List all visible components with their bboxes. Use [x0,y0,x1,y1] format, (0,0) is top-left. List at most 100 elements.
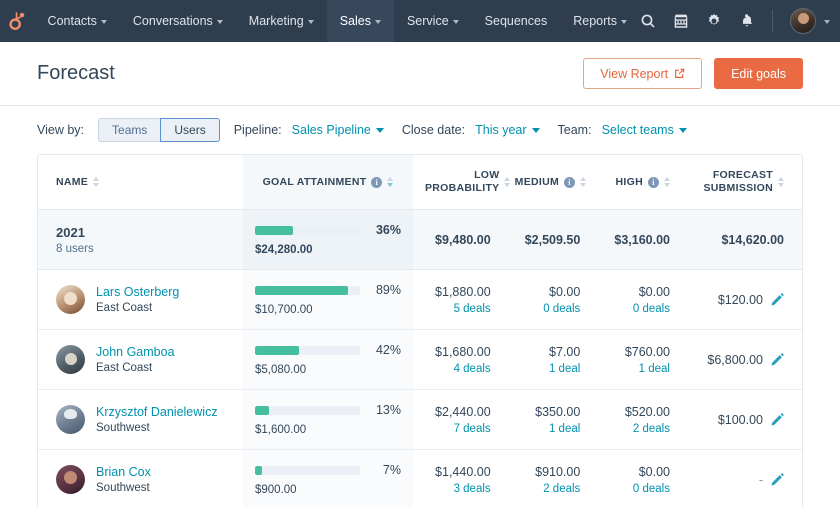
info-icon[interactable]: i [371,176,383,188]
nav-label: Conversations [132,14,213,28]
edit-goals-button[interactable]: Edit goals [714,58,803,89]
medium-value: $350.00 [535,404,581,419]
column-header-goal-attainment[interactable]: GOAL ATTAINMENT i [243,155,413,211]
page-title: Forecast [37,62,115,84]
edit-pencil-icon[interactable] [771,293,784,306]
forecast-value: $6,800.00 [707,352,763,367]
low-deals-link[interactable]: 4 deals [425,363,491,375]
user-avatar[interactable] [790,8,816,34]
column-label: GOAL ATTAINMENT [262,175,367,188]
page-header: Forecast View Report Edit goals [0,42,840,106]
low-deals-link[interactable]: 3 deals [425,483,491,495]
chevron-down-icon [452,20,459,24]
user-name-link[interactable]: John Gamboa [96,345,175,359]
high-deals-link[interactable]: 0 deals [604,303,670,315]
chevron-down-icon [216,20,223,24]
medium-deals-link[interactable]: 0 deals [515,303,580,315]
close-date-dropdown[interactable]: This year [475,123,540,137]
nav-item-conversations[interactable]: Conversations [120,0,236,42]
low-probability-cell: $1,880.00 5 deals [413,269,503,331]
forecast-submission-cell: $6,800.00 [682,329,802,391]
column-header-forecast-submission[interactable]: FORECAST SUBMISSION [682,155,802,211]
table-body: 2021 8 users 36% $24,280.00 $9,480.00 $2… [38,209,802,507]
sort-arrows-icon[interactable] [387,177,394,188]
column-header-name[interactable]: NAME [38,155,243,211]
close-date-value: This year [475,123,527,137]
medium-value: $910.00 [535,464,581,479]
marketplace-icon[interactable] [673,13,689,29]
nav-item-contacts[interactable]: Contacts [35,0,120,42]
high-value: $760.00 [624,344,670,359]
view-by-toggle-group: Teams Users [98,118,220,142]
medium-deals-link[interactable]: 2 deals [515,483,580,495]
column-header-medium[interactable]: MEDIUM i [502,155,593,211]
info-icon[interactable]: i [648,176,659,188]
edit-goals-label: Edit goals [731,66,786,81]
sort-arrows-icon[interactable] [580,177,587,188]
close-date-label: Close date: [401,123,466,137]
hubspot-logo[interactable] [0,0,35,42]
team-dropdown[interactable]: Select teams [602,123,687,137]
column-header-high[interactable]: HIGH i [592,155,682,211]
nav-label: Sales [339,14,371,28]
chevron-down-icon[interactable] [824,20,830,24]
nav-item-service[interactable]: Service [394,0,472,42]
medium-cell: $350.00 1 deal [502,389,593,451]
user-name-link[interactable]: Brian Cox [96,465,151,479]
goal-attainment-cell: 89% $10,700.00 [243,269,413,331]
medium-deals-link[interactable]: 1 deal [515,423,580,435]
nav-utility-icons [640,0,840,42]
summary-high-cell: $3,160.00 [592,209,682,271]
user-name-link[interactable]: Krzysztof Danielewicz [96,405,218,419]
sort-arrows-icon[interactable] [778,177,784,188]
column-header-low-probability[interactable]: LOW PROBABILITY [413,155,511,211]
nav-divider [772,10,773,32]
forecast-value: $100.00 [717,412,763,427]
info-icon[interactable]: i [564,176,576,188]
avatar [56,465,85,495]
table-summary-row: 2021 8 users 36% $24,280.00 $9,480.00 $2… [38,209,802,271]
edit-pencil-icon[interactable] [771,413,784,426]
column-label: HIGH [615,175,643,188]
edit-pencil-icon[interactable] [771,473,784,486]
chevron-down-icon [307,20,314,24]
goal-percent: 13% [375,403,401,418]
high-deals-link[interactable]: 0 deals [604,483,670,495]
medium-deals-link[interactable]: 1 deal [515,363,580,375]
low-probability-cell: $1,440.00 3 deals [413,449,503,507]
column-label: LOW PROBABILITY [425,169,500,195]
search-icon[interactable] [640,13,656,29]
table-row: Lars Osterberg East Coast 89% $10,700.00… [38,269,802,331]
nav-item-sales[interactable]: Sales [326,0,394,42]
summary-medium-cell: $2,509.50 [502,209,593,271]
settings-gear-icon[interactable] [706,13,722,29]
view-report-button[interactable]: View Report [583,58,703,89]
edit-pencil-icon[interactable] [771,353,784,366]
toggle-teams[interactable]: Teams [98,118,161,142]
sort-arrows-icon[interactable] [504,177,511,188]
toggle-users[interactable]: Users [160,118,220,142]
notifications-bell-icon[interactable] [739,13,755,29]
medium-value: $7.00 [549,344,581,359]
low-deals-link[interactable]: 7 deals [425,423,491,435]
goal-attainment-cell: 13% $1,600.00 [243,389,413,451]
goal-progress-bar [255,285,360,295]
filter-bar: View by: Teams Users Pipeline: Sales Pip… [0,106,840,154]
low-deals-link[interactable]: 5 deals [425,303,491,315]
nav-item-reports[interactable]: Reports [560,0,640,42]
column-label: MEDIUM [514,175,560,188]
user-name-link[interactable]: Lars Osterberg [96,285,179,299]
medium-value: $0.00 [549,284,581,299]
sort-arrows-icon[interactable] [664,177,670,188]
pipeline-dropdown[interactable]: Sales Pipeline [292,123,384,137]
nav-item-sequences[interactable]: Sequences [472,0,561,42]
high-deals-link[interactable]: 1 deal [604,363,670,375]
chevron-down-icon [621,20,627,24]
nav-item-marketing[interactable]: Marketing [236,0,327,42]
medium-cell: $0.00 0 deals [502,269,593,331]
nav-label: Contacts [47,14,97,28]
sort-arrows-icon[interactable] [93,177,100,188]
goal-amount: $24,280.00 [255,244,313,257]
high-deals-link[interactable]: 2 deals [604,423,670,435]
user-team: Southwest [96,482,150,495]
